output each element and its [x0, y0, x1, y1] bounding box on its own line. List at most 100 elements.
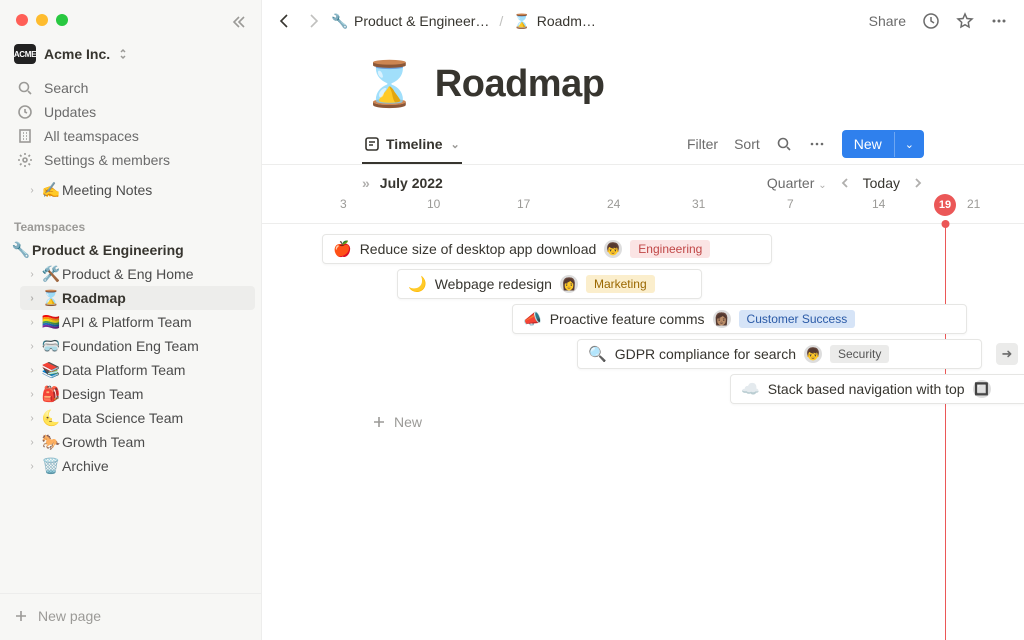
new-page-button[interactable]: New page — [0, 593, 261, 640]
search-nav[interactable]: Search — [6, 76, 255, 100]
teamspace-product-engineering[interactable]: 🔧 Product & Engineering — [6, 238, 255, 262]
tick: 7 — [787, 197, 794, 211]
today-marker: 19 — [934, 194, 956, 216]
chevron-right-icon: › — [24, 413, 40, 424]
page-title[interactable]: Roadmap — [435, 63, 605, 106]
breadcrumb: 🔧 Product & Engineer… / ⌛ Roadm… — [332, 13, 596, 30]
plus-icon — [372, 415, 386, 429]
all-teamspaces-label: All teamspaces — [44, 128, 139, 144]
breadcrumb-parent[interactable]: Product & Engineer… — [354, 13, 489, 29]
chevron-right-icon: › — [24, 389, 40, 400]
page-label: Meeting Notes — [62, 182, 152, 198]
page-label: Data Science Team — [62, 410, 183, 426]
double-chevron-right-icon[interactable]: » — [362, 175, 370, 191]
tag-engineering: Engineering — [630, 240, 710, 258]
all-teamspaces-nav[interactable]: All teamspaces — [6, 124, 255, 148]
tag-security: Security — [830, 345, 889, 363]
sidebar-item-roadmap[interactable]: ›⌛Roadmap — [20, 286, 255, 310]
filter-button[interactable]: Filter — [687, 136, 718, 152]
quick-page-meeting-notes[interactable]: › ✍️ Meeting Notes — [20, 178, 255, 202]
page-icon[interactable]: ⌛ — [362, 58, 417, 110]
sidebar-item-api-platform[interactable]: ›🏳️‍🌈API & Platform Team — [20, 310, 255, 334]
view-bar: Timeline ⌄ Filter Sort New ⌄ — [262, 120, 1024, 165]
page-emoji: ✍️ — [40, 181, 62, 199]
more-options-button[interactable] — [808, 135, 826, 153]
tick: 24 — [607, 197, 620, 211]
updates-nav[interactable]: Updates — [6, 100, 255, 124]
timeline-bar[interactable]: ☁️ Stack based navigation with top 🔲 — [730, 374, 1024, 404]
history-icon[interactable] — [922, 12, 940, 30]
chevron-right-icon: › — [24, 365, 40, 376]
plus-icon — [14, 609, 28, 623]
topbar-actions: Share — [869, 12, 1008, 30]
timeline-bar[interactable]: 📣 Proactive feature comms 👩🏽 Customer Su… — [512, 304, 967, 334]
bar-emoji: ☁️ — [741, 380, 760, 398]
workspace-switcher[interactable]: ACME Acme Inc. — [0, 26, 261, 74]
share-button[interactable]: Share — [869, 13, 906, 29]
sidebar-item-foundation[interactable]: ›🥽Foundation Eng Team — [20, 334, 255, 358]
bar-title: GDPR compliance for search — [615, 346, 796, 362]
view-tab-timeline[interactable]: Timeline ⌄ — [362, 130, 462, 164]
search-button[interactable] — [776, 136, 792, 152]
breadcrumb-emoji: 🔧 — [332, 13, 348, 29]
teamspace-tree: 🔧 Product & Engineering ›🛠️Product & Eng… — [0, 238, 261, 478]
page-label: Foundation Eng Team — [62, 338, 199, 354]
page-label: Roadmap — [62, 290, 126, 306]
open-item-icon[interactable]: ➜ — [996, 343, 1018, 365]
bar-title: Proactive feature comms — [550, 311, 705, 327]
timeline-date-axis: 3 10 17 24 31 7 14 21 19 — [262, 197, 1024, 219]
now-line — [945, 224, 946, 640]
timeline-canvas[interactable]: 🍎 Reduce size of desktop app download 👦 … — [262, 223, 1024, 640]
sidebar-item-data-science[interactable]: ›🌜Data Science Team — [20, 406, 255, 430]
teamspace-emoji: 🔧 — [10, 241, 32, 259]
gear-icon — [16, 152, 34, 168]
tag-customer-success: Customer Success — [739, 310, 856, 328]
minimize-window[interactable] — [36, 14, 48, 26]
today-button[interactable]: Today — [863, 175, 900, 191]
sidebar-item-home[interactable]: ›🛠️Product & Eng Home — [20, 262, 255, 286]
timeline-bar[interactable]: 🔍 GDPR compliance for search 👦 Security — [577, 339, 982, 369]
timeline-icon — [364, 136, 380, 152]
view-tab-label: Timeline — [386, 136, 443, 152]
avatar: 👦 — [804, 345, 822, 363]
sidebar-item-growth[interactable]: ›🐎Growth Team — [20, 430, 255, 454]
page-emoji: 🐎 — [40, 433, 62, 451]
breadcrumb-current[interactable]: Roadm… — [537, 13, 596, 29]
more-icon[interactable] — [990, 12, 1008, 30]
back-button[interactable] — [276, 12, 294, 30]
new-button[interactable]: New ⌄ — [842, 130, 924, 158]
window-controls — [0, 0, 261, 26]
maximize-window[interactable] — [56, 14, 68, 26]
tick: 3 — [340, 197, 347, 211]
breadcrumb-separator: / — [499, 13, 503, 29]
collapse-sidebar-icon[interactable] — [231, 14, 247, 30]
chevron-down-icon[interactable]: ⌄ — [894, 132, 924, 157]
sidebar-item-design[interactable]: ›🎒Design Team — [20, 382, 255, 406]
next-period[interactable] — [912, 177, 924, 189]
page-emoji: 🌜 — [40, 409, 62, 427]
close-window[interactable] — [16, 14, 28, 26]
clock-icon — [16, 104, 34, 120]
forward-button[interactable] — [304, 12, 322, 30]
settings-nav[interactable]: Settings & members — [6, 148, 255, 172]
bar-title: Stack based navigation with top — [768, 381, 965, 397]
tick: 31 — [692, 197, 705, 211]
sidebar-item-archive[interactable]: ›🗑️Archive — [20, 454, 255, 478]
zoom-picker[interactable]: Quarter ⌄ — [767, 175, 827, 191]
bar-emoji: 🍎 — [333, 240, 352, 258]
add-row-label: New — [394, 414, 422, 430]
timeline-bar[interactable]: 🍎 Reduce size of desktop app download 👦 … — [322, 234, 772, 264]
workspace-name: Acme Inc. — [44, 46, 110, 62]
page-emoji: 🎒 — [40, 385, 62, 403]
page-emoji: 🛠️ — [40, 265, 62, 283]
view-actions: Filter Sort New ⌄ — [687, 130, 924, 164]
bar-title: Webpage redesign — [435, 276, 552, 292]
page-label: Data Platform Team — [62, 362, 185, 378]
add-timeline-row[interactable]: New — [372, 414, 422, 430]
prev-period[interactable] — [839, 177, 851, 189]
sort-button[interactable]: Sort — [734, 136, 760, 152]
timeline-bar[interactable]: 🌙 Webpage redesign 👩 Marketing — [397, 269, 702, 299]
sidebar-item-data-platform[interactable]: ›📚Data Platform Team — [20, 358, 255, 382]
chevron-right-icon: › — [24, 317, 40, 328]
favorite-icon[interactable] — [956, 12, 974, 30]
